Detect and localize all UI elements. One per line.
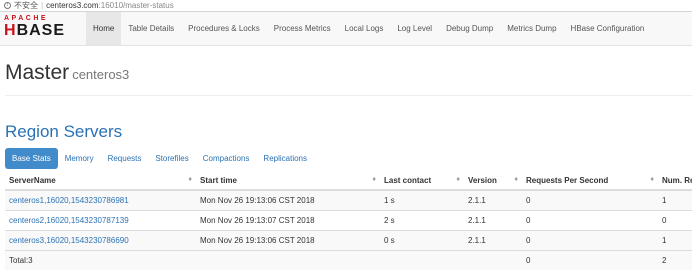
navbar: APACHE HBASE Home Table Details Procedur… [0,12,692,46]
version-cell: 2.1.1 [464,211,522,231]
requests-cell: 0 [522,211,658,231]
column-header-last-contact[interactable]: Last contact♦ [380,171,464,190]
url-path: :16010/master-status [99,1,174,10]
version-cell: 2.1.1 [464,190,522,211]
requests-cell: 0 [522,231,658,251]
table-header-row: ServerName♦ Start time♦ Last contact♦ Ve… [5,171,692,190]
nav-home[interactable]: Home [86,12,121,45]
last-contact-cell: 1 s [380,190,464,211]
url-host: centeros3.com [46,1,98,10]
security-label: 不安全 [14,0,38,11]
region-servers-table: ServerName♦ Start time♦ Last contact♦ Ve… [5,171,692,270]
total-empty-cell [464,251,522,270]
version-cell: 2.1.1 [464,231,522,251]
header-divider [5,95,692,96]
browser-url-bar[interactable]: i 不安全 | centeros3.com:16010/master-statu… [0,0,692,12]
num-regions-cell: 0 [658,211,692,231]
nav-metrics-dump[interactable]: Metrics Dump [500,12,563,45]
nav-log-level[interactable]: Log Level [390,12,439,45]
region-servers-table-wrap: ServerName♦ Start time♦ Last contact♦ Ve… [5,171,692,270]
total-num-regions-cell: 2 [658,251,692,270]
tab-requests[interactable]: Requests [101,148,149,169]
server-link[interactable]: centeros3,16020,1543230786690 [9,236,129,245]
num-regions-cell: 1 [658,190,692,211]
column-header-num-regions[interactable]: Num. Re [658,171,692,190]
nav-hbase-configuration[interactable]: HBase Configuration [564,12,652,45]
tab-base-stats[interactable]: Base Stats [5,148,58,169]
info-icon[interactable]: i [4,2,11,9]
sort-icon[interactable]: ♦ [650,176,654,183]
sort-icon[interactable]: ♦ [456,176,460,183]
start-time-cell: Mon Nov 26 19:13:06 CST 2018 [196,231,380,251]
sort-icon[interactable]: ♦ [188,176,192,183]
nav-table-details[interactable]: Table Details [121,12,181,45]
page-title-text: Master [5,61,69,84]
nav-local-logs[interactable]: Local Logs [338,12,391,45]
url-separator: | [41,1,43,10]
region-servers-tabs: Base Stats Memory Requests Storefiles Co… [5,148,314,169]
table-total-row: Total:3 0 2 [5,251,692,270]
sort-icon[interactable]: ♦ [372,176,376,183]
column-header-servername[interactable]: ServerName♦ [5,171,196,190]
sort-icon[interactable]: ♦ [514,176,518,183]
page-title: Mastercenteros3 [5,60,129,88]
nav-debug-dump[interactable]: Debug Dump [439,12,500,45]
total-empty-cell [380,251,464,270]
table-row: centeros3,16020,1543230786690 Mon Nov 26… [5,231,692,251]
table-row: centeros1,16020,1543230786981 Mon Nov 26… [5,190,692,211]
tab-compactions[interactable]: Compactions [196,148,257,169]
column-header-start-time[interactable]: Start time♦ [196,171,380,190]
start-time-cell: Mon Nov 26 19:13:06 CST 2018 [196,190,380,211]
last-contact-cell: 2 s [380,211,464,231]
region-servers-heading: Region Servers [5,121,122,143]
num-regions-cell: 1 [658,231,692,251]
requests-cell: 0 [522,190,658,211]
total-label-cell: Total:3 [5,251,196,270]
column-header-version[interactable]: Version♦ [464,171,522,190]
page-subtitle: centeros3 [72,67,129,82]
main-nav: Home Table Details Procedures & Locks Pr… [86,12,651,45]
tab-replications[interactable]: Replications [256,148,314,169]
nav-process-metrics[interactable]: Process Metrics [267,12,338,45]
column-header-requests-per-second[interactable]: Requests Per Second♦ [522,171,658,190]
total-empty-cell [196,251,380,270]
hbase-logo[interactable]: APACHE HBASE [4,15,78,41]
nav-procedures-locks[interactable]: Procedures & Locks [181,12,267,45]
tab-memory[interactable]: Memory [58,148,101,169]
server-link[interactable]: centeros1,16020,1543230786981 [9,196,129,205]
tab-storefiles[interactable]: Storefiles [148,148,195,169]
table-row: centeros2,16020,1543230787139 Mon Nov 26… [5,211,692,231]
server-link[interactable]: centeros2,16020,1543230787139 [9,216,129,225]
logo-hbase-text: HBASE [4,23,78,39]
last-contact-cell: 0 s [380,231,464,251]
total-requests-cell: 0 [522,251,658,270]
start-time-cell: Mon Nov 26 19:13:07 CST 2018 [196,211,380,231]
